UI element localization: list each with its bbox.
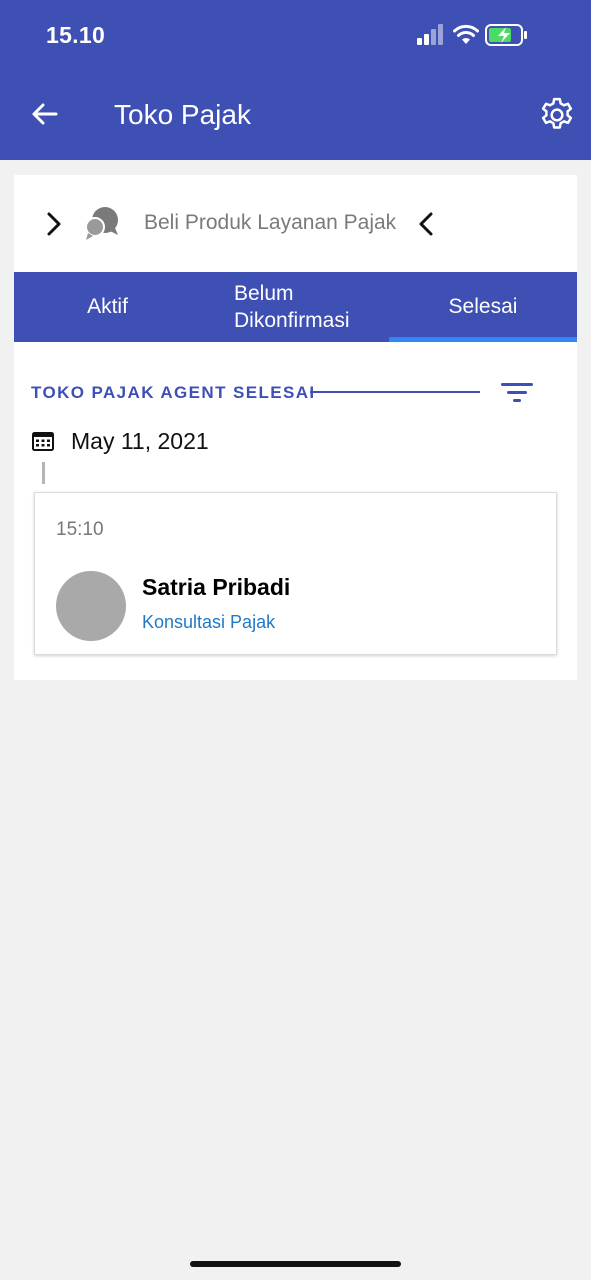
chevron-left-icon[interactable] xyxy=(416,211,436,237)
tab-belum-dikonfirmasi[interactable]: Belum Dikonfirmasi xyxy=(201,272,389,342)
group-date: May 11, 2021 xyxy=(71,428,209,454)
filter-icon[interactable] xyxy=(500,381,534,405)
settings-button[interactable] xyxy=(536,94,578,136)
wifi-icon xyxy=(453,24,479,44)
status-time: 15.10 xyxy=(46,22,106,48)
back-button[interactable] xyxy=(28,96,60,132)
entry-time: 15:10 xyxy=(56,519,104,540)
tab-belum-label: Belum Dikonfirmasi xyxy=(234,282,350,332)
content-card: Beli Produk Layanan Pajak Aktif Belum Di… xyxy=(14,175,577,680)
service-name: Konsultasi Pajak xyxy=(142,612,276,632)
tab-selesai-label: Selesai xyxy=(448,295,518,318)
signal-icon xyxy=(417,24,443,45)
section-divider xyxy=(310,391,480,393)
home-indicator xyxy=(190,1261,401,1267)
app-header: 15.10 Toko Pajak xyxy=(0,0,591,160)
timeline-connector xyxy=(42,462,45,484)
section-title: TOKO PAJAK AGENT SELESAI xyxy=(31,383,316,402)
order-entry-card[interactable]: 15:10 Satria Pribadi Konsultasi Pajak xyxy=(34,492,557,655)
active-tab-indicator xyxy=(389,337,577,342)
agent-name: Satria Pribadi xyxy=(142,574,291,600)
tab-selesai[interactable]: Selesai xyxy=(389,272,577,342)
chevron-right-icon[interactable] xyxy=(44,211,64,237)
page-title: Toko Pajak xyxy=(114,99,251,130)
arrow-left-icon xyxy=(32,103,58,125)
tab-aktif-label: Aktif xyxy=(87,295,128,318)
battery-icon xyxy=(485,24,527,46)
avatar xyxy=(56,571,126,641)
calendar-icon xyxy=(32,432,54,451)
gear-icon xyxy=(541,97,573,129)
tab-bar: Aktif Belum Dikonfirmasi Selesai xyxy=(14,272,577,342)
chat-bubbles-icon xyxy=(85,207,118,240)
product-label: Beli Produk Layanan Pajak xyxy=(144,211,397,234)
tab-aktif[interactable]: Aktif xyxy=(14,272,201,342)
product-selector: Beli Produk Layanan Pajak xyxy=(14,175,577,271)
